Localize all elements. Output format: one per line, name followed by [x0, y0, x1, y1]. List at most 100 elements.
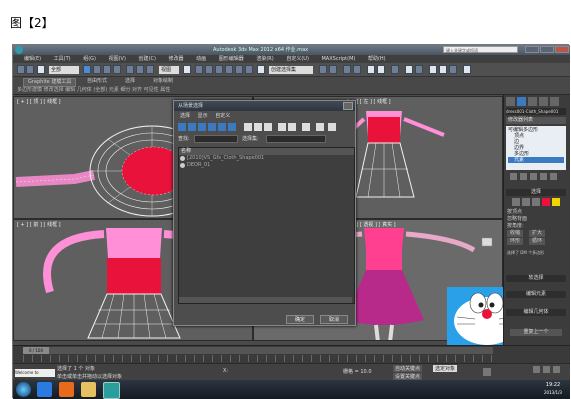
select-invert-icon[interactable]	[264, 123, 272, 131]
list-header[interactable]: 名称	[179, 148, 354, 155]
ring-button[interactable]: 环形	[507, 238, 524, 245]
spinner-snap-icon[interactable]	[245, 65, 253, 74]
snaps-toggle-icon[interactable]	[215, 65, 223, 74]
play-icon[interactable]	[483, 368, 491, 376]
rectangular-selection-icon[interactable]	[103, 65, 111, 74]
menu-help[interactable]: 帮助(H)	[368, 55, 386, 63]
reference-coordinate-dropdown[interactable]: 视图	[159, 66, 179, 74]
hierarchy-tab-icon[interactable]	[528, 97, 537, 106]
selection-rollout-header[interactable]: 选择	[506, 189, 566, 196]
motion-tab-icon[interactable]	[539, 97, 548, 106]
render-iterative-icon[interactable]	[439, 65, 447, 74]
grow-button[interactable]: 扩大	[529, 230, 546, 237]
border-mode-icon[interactable]	[532, 198, 540, 206]
maximize-button[interactable]	[540, 46, 554, 53]
timeline[interactable]: 0 / 100	[13, 345, 570, 363]
orbit-icon[interactable]	[553, 366, 560, 373]
close-icon[interactable]	[343, 102, 353, 110]
menu-modifiers[interactable]: 修改器	[169, 55, 184, 63]
window-crossing-icon[interactable]	[113, 65, 121, 74]
vertex-mode-icon[interactable]	[512, 198, 520, 206]
viewport-label[interactable]: [ + ] [ 顶 ] [ 线框 ]	[17, 98, 61, 105]
list-item[interactable]: [2010]VS_Gfs_Cloth_Shape001	[179, 155, 354, 162]
display-spacewarps-icon[interactable]	[228, 123, 236, 131]
selection-filter-dropdown[interactable]: 全部	[49, 66, 79, 74]
modify-tab-icon[interactable]	[517, 97, 526, 106]
graphite-toggle-icon[interactable]	[353, 65, 361, 74]
object-list[interactable]: 名称 [2010]VS_Gfs_Cloth_Shape001 DEOR_01	[178, 147, 355, 304]
menu-select[interactable]: 选择	[180, 113, 190, 119]
menu-maxscript[interactable]: MAXScript(M)	[321, 55, 355, 63]
horizontal-scrollbar[interactable]	[179, 297, 352, 303]
zoom-icon[interactable]	[533, 366, 540, 373]
viewport-label[interactable]: [ + ] [ 前 ] [ 线框 ]	[17, 221, 61, 228]
time-slider-handle[interactable]: 0 / 100	[23, 347, 49, 354]
menu-rendering[interactable]: 渲染(R)	[256, 55, 273, 63]
by-angle-checkbox[interactable]: 按角度:	[507, 223, 567, 230]
edit-named-selection-icon[interactable]	[257, 65, 265, 74]
layer-manager-icon[interactable]	[343, 65, 351, 74]
select-manipulate-icon[interactable]	[195, 65, 203, 74]
display-tab-icon[interactable]	[550, 97, 559, 106]
filter-icon[interactable]	[328, 123, 336, 131]
polygon-mode-icon[interactable]	[542, 198, 550, 206]
soft-selection-rollout[interactable]: 软选择	[506, 275, 566, 282]
track-bar[interactable]	[23, 355, 493, 362]
modifier-list-dropdown[interactable]: 修改器列表	[506, 117, 566, 124]
redo-icon[interactable]	[26, 65, 34, 74]
edit-geometry-rollout[interactable]: 编辑几何体	[506, 309, 566, 316]
display-influences-icon[interactable]	[288, 123, 296, 131]
sort-icon[interactable]	[316, 123, 324, 131]
keyboard-shortcut-icon[interactable]	[205, 65, 213, 74]
mirror-icon[interactable]	[319, 65, 327, 74]
tab-object-paint[interactable]: 对象绘制	[149, 78, 177, 85]
menu-create[interactable]: 创建(C)	[139, 55, 156, 63]
loop-button[interactable]: 循环	[529, 238, 546, 245]
align-icon[interactable]	[329, 65, 337, 74]
create-tab-icon[interactable]	[506, 97, 515, 106]
selection-filter-box[interactable]: 选定对象	[433, 365, 458, 372]
app-logo-icon[interactable]	[15, 46, 23, 54]
shrink-button[interactable]: 收缩	[507, 230, 524, 237]
by-vertex-checkbox[interactable]: 按顶点	[507, 209, 567, 216]
rotate-icon[interactable]	[136, 65, 144, 74]
make-unique-icon[interactable]	[530, 173, 537, 180]
menu-views[interactable]: 视图(V)	[109, 55, 126, 63]
render-setup-icon[interactable]	[405, 65, 413, 74]
sync-selection-icon[interactable]	[302, 123, 310, 131]
show-end-result-icon[interactable]	[520, 173, 527, 180]
curve-editor-icon[interactable]	[367, 65, 375, 74]
render-production-icon[interactable]	[429, 65, 437, 74]
ignore-backfacing-checkbox[interactable]: 忽略背面	[507, 216, 567, 223]
pan-icon[interactable]	[543, 366, 550, 373]
link-icon[interactable]	[37, 65, 45, 74]
percent-snap-icon[interactable]	[235, 65, 243, 74]
menu-animation[interactable]: 动画	[196, 55, 206, 63]
move-icon[interactable]	[126, 65, 134, 74]
undo-icon[interactable]	[17, 65, 25, 74]
display-cameras-icon[interactable]	[208, 123, 216, 131]
display-children-icon[interactable]	[278, 123, 286, 131]
tab-selection[interactable]: 选择	[121, 78, 139, 85]
display-lights-icon[interactable]	[198, 123, 206, 131]
pin-stack-icon[interactable]	[510, 173, 517, 180]
ok-button[interactable]: 确定	[286, 315, 314, 324]
pivot-icon[interactable]	[183, 65, 191, 74]
select-by-name-icon[interactable]	[93, 65, 101, 74]
3dsmax-taskbar-icon[interactable]	[103, 382, 120, 399]
menu-edit[interactable]: 编辑(E)	[24, 55, 41, 63]
stack-item[interactable]: 元素	[508, 157, 564, 163]
schematic-view-icon[interactable]	[377, 65, 385, 74]
rendered-frame-icon[interactable]	[415, 65, 423, 74]
list-item[interactable]: DEOR_01	[179, 162, 354, 169]
menu-group[interactable]: 组(G)	[83, 55, 96, 63]
ribbon-commands[interactable]: 多边形建模 修改选择 编辑 几何体 (全部) 元素 细分 对齐 可见性 属性	[17, 86, 170, 94]
remove-modifier-icon[interactable]	[540, 173, 547, 180]
edge-mode-icon[interactable]	[522, 198, 530, 206]
display-geometry-icon[interactable]	[178, 123, 186, 131]
close-button[interactable]	[555, 46, 569, 53]
display-helpers-icon[interactable]	[218, 123, 226, 131]
minimize-button[interactable]	[525, 46, 539, 53]
set-key-button[interactable]: 设置关键点	[393, 373, 423, 380]
material-editor-icon[interactable]	[391, 65, 399, 74]
